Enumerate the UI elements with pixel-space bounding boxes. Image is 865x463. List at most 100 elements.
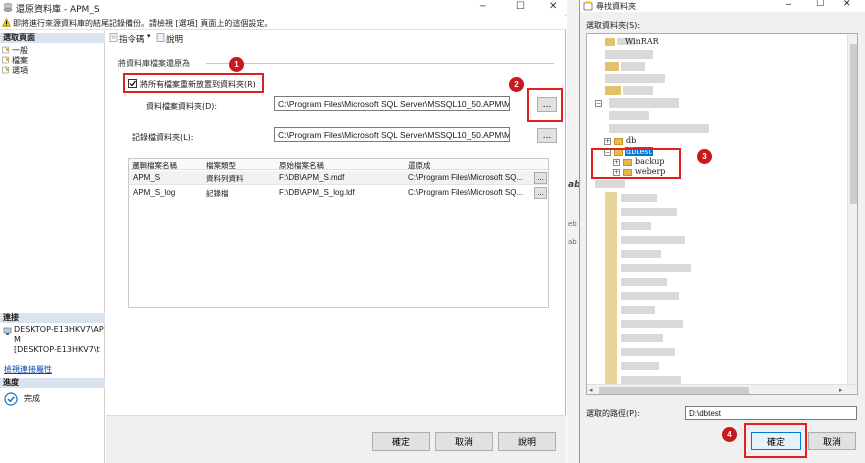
log-folder-input[interactable]: C:\Program Files\Microsoft SQL Server\MS… xyxy=(274,127,510,142)
select-folder-label: 選取資料夾(S): xyxy=(586,21,641,30)
script-icon xyxy=(109,33,118,42)
table-header-cell: 檔案類型 xyxy=(206,161,236,170)
script-button[interactable]: 指令碼 xyxy=(119,33,145,45)
blurred-item xyxy=(621,348,675,356)
table-cell: 記錄檔 xyxy=(206,189,229,198)
log-folder-browse-button[interactable]: ... xyxy=(537,128,557,143)
table-cell: APM_S xyxy=(133,173,161,182)
table-cell: C:\Program Files\Microsoft SQ... xyxy=(408,188,524,197)
blurred-item xyxy=(609,124,709,133)
scrollbar-thumb[interactable] xyxy=(850,44,857,204)
folder-app-icon xyxy=(583,1,593,11)
progress-header: 進度 xyxy=(0,378,105,388)
minimize-icon[interactable]: ─ xyxy=(786,0,791,9)
bottom-bar xyxy=(106,415,566,463)
blurred-item xyxy=(621,208,677,216)
blurred-item xyxy=(605,192,617,387)
annotation-badge-1: 1 xyxy=(229,57,244,72)
checkmark-circle-icon xyxy=(4,392,18,406)
help-icon xyxy=(156,33,165,42)
tree-item-db[interactable]: db xyxy=(626,136,636,145)
tree-expand-icon[interactable]: + xyxy=(604,138,611,145)
blurred-item xyxy=(621,292,679,300)
table-header-row: 邏輯檔案名稱 檔案類型 原始檔案名稱 還原成 xyxy=(129,159,548,170)
background-fragment: eb xyxy=(568,220,577,228)
file-table: 邏輯檔案名稱 檔案類型 原始檔案名稱 還原成 APM_S 資料列資料 F:\DB… xyxy=(128,158,549,308)
background-window-strip: ab eb ab xyxy=(567,0,581,463)
blurred-item xyxy=(623,86,653,95)
folder-tree[interactable]: WinRAR − + db − dbtest + backup + weberp xyxy=(586,33,858,395)
annotation-badge-4: 4 xyxy=(722,427,737,442)
background-fragment: ab xyxy=(568,238,577,246)
help-button[interactable]: 說明 xyxy=(166,33,183,45)
data-folder-input[interactable]: C:\Program Files\Microsoft SQL Server\MS… xyxy=(274,96,510,111)
page-icon xyxy=(2,66,11,74)
section-title: 將資料庫檔案還原為 xyxy=(118,59,190,68)
progress-status: 完成 xyxy=(24,394,40,403)
selected-path-input[interactable]: D:\dbtest xyxy=(685,406,857,420)
blurred-item xyxy=(621,334,663,342)
annotation-badge-3: 3 xyxy=(697,149,712,164)
view-connection-properties-link[interactable]: 檢視連接屬性 xyxy=(4,364,52,375)
selected-path-label: 選取的路徑(P): xyxy=(586,409,640,418)
table-header-cell: 還原成 xyxy=(408,161,431,170)
vertical-scrollbar[interactable] xyxy=(847,34,857,384)
annotation-badge-2: 2 xyxy=(509,77,524,92)
minimize-icon[interactable]: ─ xyxy=(480,2,485,12)
tree-item-winrar[interactable]: WinRAR xyxy=(625,37,659,46)
blurred-item xyxy=(621,250,661,258)
data-folder-label: 資料檔案資料夾(D): xyxy=(146,102,218,111)
dialog-cancel-button[interactable]: 取消 xyxy=(808,432,856,450)
table-row[interactable]: APM_S 資料列資料 F:\DB\APM_S.mdf C:\Program F… xyxy=(129,171,548,185)
sidebar-item-files[interactable]: 檔案 xyxy=(2,55,102,65)
page-icon xyxy=(2,56,11,64)
warning-text: 即將進行來源資料庫的結尾記錄備份。請檢視 [選項] 頁面上的這個設定。 xyxy=(13,19,273,28)
window-title: 還原資料庫 - APM_S xyxy=(16,5,100,15)
ok-button[interactable]: 確定 xyxy=(372,432,430,451)
table-row[interactable]: APM_S_log 記錄檔 F:\DB\APM_S_log.ldf C:\Pro… xyxy=(129,186,548,200)
warning-icon xyxy=(2,17,11,27)
horizontal-scrollbar[interactable]: ◂ ▸ xyxy=(587,384,857,394)
sidebar-item-general[interactable]: 一般 xyxy=(2,45,102,55)
row-browse-button[interactable]: ... xyxy=(534,187,547,199)
blurred-item xyxy=(609,111,649,120)
scroll-right-icon[interactable]: ▸ xyxy=(839,386,843,394)
blurred-item xyxy=(621,362,659,370)
dialog-title: 尋找資料夾 xyxy=(596,2,636,11)
blurred-item xyxy=(605,86,621,95)
maximize-icon[interactable]: ☐ xyxy=(516,1,525,12)
blurred-item xyxy=(605,50,653,59)
scroll-left-icon[interactable]: ◂ xyxy=(589,386,593,394)
browse-folder-dialog: 尋找資料夾 ─ ☐ ✕ 選取資料夾(S): WinRAR − + db − db… xyxy=(579,0,865,463)
blurred-item xyxy=(621,306,655,314)
tree-collapse-icon[interactable]: − xyxy=(595,100,602,107)
annotation-box-4 xyxy=(744,423,807,458)
table-cell: F:\DB\APM_S.mdf xyxy=(279,173,345,182)
sidebar-header: 選取頁面 xyxy=(0,33,105,43)
scrollbar-thumb[interactable] xyxy=(599,387,749,394)
restore-database-window: 還原資料庫 - APM_S ─ ☐ ✕ 即將進行來源資料庫的結尾記錄備份。請檢視… xyxy=(0,0,566,463)
title-bar: 還原資料庫 - APM_S ─ ☐ ✕ xyxy=(0,0,566,15)
close-icon[interactable]: ✕ xyxy=(549,1,557,12)
blurred-item xyxy=(621,62,645,71)
table-cell: APM_S_log xyxy=(133,188,176,197)
log-folder-label: 記錄檔資料夾(L): xyxy=(132,133,194,142)
blurred-item xyxy=(621,222,651,230)
close-icon[interactable]: ✕ xyxy=(843,0,851,9)
chevron-down-icon[interactable]: ▾ xyxy=(147,32,151,40)
blurred-item xyxy=(621,264,691,272)
warning-bar: 即將進行來源資料庫的結尾記錄備份。請檢視 [選項] 頁面上的這個設定。 xyxy=(0,16,566,30)
blurred-item xyxy=(605,62,619,71)
sidebar-item-options[interactable]: 選項 xyxy=(2,65,102,75)
blurred-item xyxy=(621,194,657,202)
help-button-bottom[interactable]: 說明 xyxy=(498,432,556,451)
blurred-item xyxy=(595,180,625,188)
row-browse-button[interactable]: ... xyxy=(534,172,547,184)
annotation-box-3 xyxy=(591,148,681,179)
cancel-button[interactable]: 取消 xyxy=(435,432,493,451)
connection-header: 連接 xyxy=(0,313,105,323)
table-header-cell: 邏輯檔案名稱 xyxy=(132,161,177,170)
maximize-icon[interactable]: ☐ xyxy=(816,0,824,9)
db-restore-icon xyxy=(3,3,13,12)
table-cell: C:\Program Files\Microsoft SQ... xyxy=(408,173,524,182)
